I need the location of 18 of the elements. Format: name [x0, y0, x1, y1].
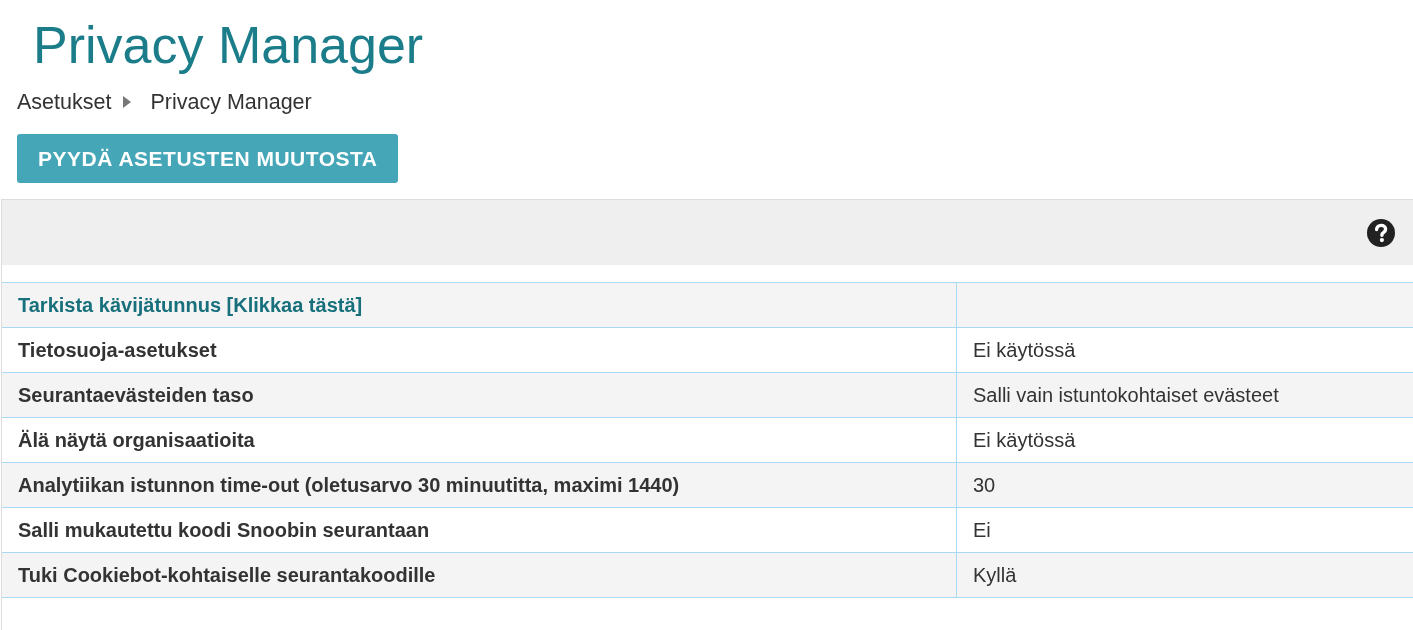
setting-label: Tietosuoja-asetukset [2, 327, 957, 373]
setting-label: Älä näytä organisaatioita [2, 417, 957, 463]
setting-label: Tuki Cookiebot-kohtaiselle seurantakoodille [2, 552, 957, 598]
setting-value: Kyllä [956, 552, 1413, 598]
setting-value: 30 [956, 462, 1413, 508]
setting-label: Analytiikan istunnon time-out (oletusarvo 30 minuutitta, maximi 1440) [2, 462, 957, 508]
breadcrumb-link[interactable]: Privacy Manager [150, 90, 312, 114]
caret-icon [123, 96, 132, 108]
help-icon[interactable] [1367, 218, 1395, 247]
setting-value: Ei käytössä [956, 327, 1413, 373]
setting-value: Ei [956, 507, 1413, 553]
setting-label: Salli mukautettu koodi Snoobin seurantaan [2, 507, 957, 553]
setting-label: Seurantaevästeiden taso [2, 372, 957, 418]
setting-value: Ei käytössä [956, 417, 1413, 463]
breadcrumb-link[interactable]: Asetukset [17, 90, 112, 114]
setting-value: Salli vain istuntokohtaiset evästeet [956, 372, 1413, 418]
visitor-id-link[interactable]: Tarkista kävijätunnus [Klikkaa tästä] [18, 294, 363, 316]
page-title: Privacy Manager [33, 17, 424, 73]
